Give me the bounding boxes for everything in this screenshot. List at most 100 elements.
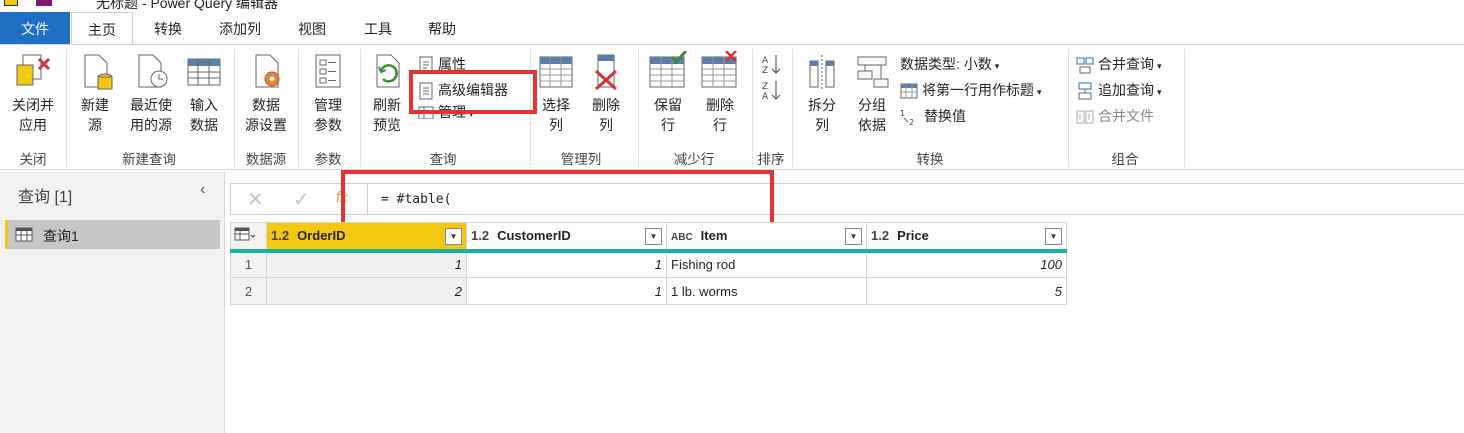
type-decimal-icon[interactable]: 1.2 [471, 228, 489, 243]
manage-parameters-label: 管理 参数 [314, 97, 342, 133]
row-number[interactable]: 1 [230, 250, 267, 278]
column-header-item[interactable]: ABC Item ▼ [666, 222, 867, 253]
data-grid: 1.2 OrderID ▼ 1.2 CustomerID ▼ ABC Item ▼ 1… [230, 222, 1067, 305]
combine-files-button[interactable]: 合并文件 [1076, 105, 1154, 127]
cell[interactable]: 100 [866, 250, 1067, 278]
group-label-transform: 转换 [916, 152, 944, 167]
group-divider [530, 49, 531, 167]
replace-values-icon: 12 [900, 109, 914, 126]
group-by-label: 分组 依据 [858, 97, 886, 133]
remove-rows-label: 删除 行 [706, 97, 734, 133]
split-column-button[interactable]: 拆分 列 [800, 51, 844, 135]
group-label-parameters: 参数 [314, 152, 342, 167]
svg-text:A: A [762, 92, 769, 101]
formula-bar: ✕ ✓ fx = #table( [230, 183, 1464, 215]
svg-text:2: 2 [909, 118, 914, 126]
split-column-icon [809, 55, 835, 89]
recent-sources-label: 最近使 用的源 [130, 97, 172, 133]
tab-file[interactable]: 文件 [0, 12, 70, 44]
column-name: CustomerID [497, 228, 571, 244]
save-icon[interactable] [36, 0, 52, 6]
cell[interactable]: 1 [466, 250, 667, 278]
choose-columns-icon [539, 56, 573, 88]
column-filter-button[interactable]: ▼ [1045, 228, 1062, 245]
new-source-button[interactable]: 新建 源 [72, 51, 118, 135]
cell[interactable]: 2 [266, 277, 467, 305]
group-divider [298, 49, 299, 167]
group-divider [752, 49, 753, 167]
table-icon [234, 227, 256, 241]
group-by-button[interactable]: 分组 依据 [850, 51, 894, 135]
advanced-editor-label: 高级编辑器 [438, 82, 508, 98]
table-menu-button[interactable] [230, 222, 267, 253]
advanced-editor-button[interactable]: 高级编辑器 [418, 79, 508, 101]
group-divider [1184, 49, 1185, 167]
headers-icon [900, 83, 918, 99]
table-icon [187, 58, 221, 86]
svg-text:1: 1 [900, 109, 905, 118]
remove-columns-button[interactable]: 删除 列 [584, 51, 628, 135]
manage-parameters-button[interactable]: 管理 参数 [302, 51, 354, 135]
sort-ascending-button[interactable]: AZ [760, 53, 782, 78]
column-filter-button[interactable]: ▼ [845, 228, 862, 245]
type-text-icon[interactable]: ABC [671, 232, 693, 243]
group-divider [360, 49, 361, 167]
group-label-close: 关闭 [19, 152, 47, 167]
properties-button[interactable]: 属性 [418, 53, 466, 75]
row-number[interactable]: 2 [230, 277, 267, 305]
group-divider [234, 49, 235, 167]
collapse-pane-icon[interactable]: ‹ [200, 181, 205, 199]
window-title: 无标题 - Power Query 编辑器 [96, 0, 279, 11]
combine-files-icon [1076, 110, 1094, 124]
tab-view[interactable]: 视图 [284, 12, 340, 44]
refresh-preview-label: 刷新 预览 [373, 97, 401, 133]
use-first-row-as-headers-button[interactable]: 将第一行用作标题 ▾ [900, 79, 1042, 101]
cell[interactable]: 1 [466, 277, 667, 305]
query-list-item[interactable]: 查询1 [5, 220, 220, 249]
column-header-orderid[interactable]: 1.2 OrderID ▼ [266, 222, 467, 253]
manage-query-button[interactable]: 管理 ▾ [418, 105, 474, 119]
formula-input[interactable]: = #table( [381, 192, 451, 207]
group-label-sort: 排序 [757, 152, 785, 167]
sort-descending-button[interactable]: ZA [760, 79, 782, 104]
merge-queries-button[interactable]: 合并查询 ▾ [1076, 53, 1162, 75]
type-decimal-icon[interactable]: 1.2 [271, 228, 289, 243]
enter-data-label: 输入 数据 [190, 97, 218, 133]
keep-rows-button[interactable]: 保留 行 [644, 51, 692, 135]
column-filter-button[interactable]: ▼ [445, 228, 462, 245]
type-decimal-icon[interactable]: 1.2 [871, 228, 889, 243]
cell[interactable]: 1 lb. worms [666, 277, 867, 305]
recent-sources-button[interactable]: 最近使 用的源 [122, 51, 180, 135]
append-queries-button[interactable]: 追加查询 ▾ [1076, 79, 1162, 101]
tab-home[interactable]: 主页 [71, 12, 133, 45]
close-apply-button[interactable]: 关闭并 应用 [6, 51, 60, 135]
cell[interactable]: 5 [866, 277, 1067, 305]
replace-values-button[interactable]: 1 2 替换值 [900, 105, 966, 127]
refresh-preview-button[interactable]: 刷新 预览 [364, 51, 410, 135]
manage-query-label: 管理 [438, 105, 466, 119]
cancel-icon[interactable]: ✕ [247, 187, 264, 212]
column-header-customerid[interactable]: 1.2 CustomerID ▼ [466, 222, 667, 253]
column-filter-button[interactable]: ▼ [645, 228, 662, 245]
choose-columns-button[interactable]: 选择 列 [534, 51, 578, 135]
remove-rows-button[interactable]: 删除 行 [696, 51, 744, 135]
column-header-price[interactable]: 1.2 Price ▼ [866, 222, 1067, 253]
header-row: 1.2 OrderID ▼ 1.2 CustomerID ▼ ABC Item ▼ 1… [230, 222, 1067, 253]
data-source-settings-button[interactable]: 数据 源设置 [240, 51, 292, 135]
selection-bar [5, 220, 8, 249]
recent-sources-icon [138, 54, 168, 88]
cell[interactable]: 1 [266, 250, 467, 278]
append-queries-label: 追加查询 [1098, 82, 1154, 98]
enter-data-button[interactable]: 输入 数据 [182, 51, 226, 135]
tab-tools[interactable]: 工具 [350, 12, 406, 44]
cell[interactable]: Fishing rod [666, 250, 867, 278]
tab-add-column[interactable]: 添加列 [208, 12, 272, 44]
title-bar: 无标题 - Power Query 编辑器 [0, 0, 1464, 12]
tab-help[interactable]: 帮助 [414, 12, 470, 44]
group-label-data-source: 数据源 [245, 152, 287, 167]
data-type-dropdown[interactable]: 数据类型: 小数 ▾ [900, 53, 999, 75]
fx-icon[interactable]: fx [336, 189, 348, 206]
tab-transform[interactable]: 转换 [138, 12, 198, 44]
append-queries-icon [1078, 82, 1092, 100]
commit-icon[interactable]: ✓ [293, 187, 310, 212]
